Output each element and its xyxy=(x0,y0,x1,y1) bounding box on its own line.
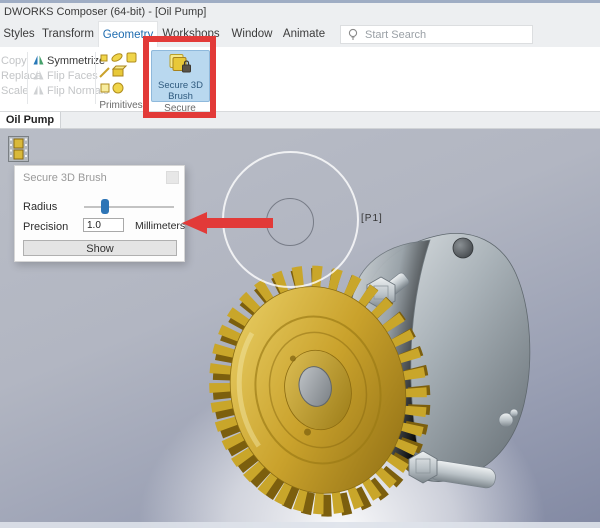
window-title: DWORKS Composer (64-bit) - [Oil Pump] xyxy=(4,6,206,18)
dialog-title: Secure 3D Brush xyxy=(23,172,107,184)
lightbulb-search-icon xyxy=(347,28,359,41)
copy-button: Copy xyxy=(1,54,27,68)
housing-knob xyxy=(453,238,473,258)
box-primitive-icon xyxy=(113,66,126,76)
point-primitive-icon xyxy=(101,55,107,61)
app-window: DWORKS Composer (64-bit) - [Oil Pump] St… xyxy=(0,0,600,528)
circle-primitive-icon xyxy=(113,83,123,93)
flip-normals-button: Flip Normals xyxy=(33,84,109,98)
point-label-p1: [P1] xyxy=(361,213,383,224)
ribbon-separator xyxy=(27,52,28,104)
dialog-close-button[interactable] xyxy=(166,171,179,184)
ellipse-primitive-icon xyxy=(111,52,124,62)
search-input[interactable] xyxy=(363,28,532,42)
flip-faces-icon xyxy=(33,70,44,80)
square-primitive-icon xyxy=(101,84,109,92)
document-tab-bar: Oil Pump xyxy=(0,112,600,129)
primitives-group-label: Primitives xyxy=(96,100,146,111)
secure-3d-brush-dialog: Secure 3D Brush Radius Precision Millime… xyxy=(14,165,185,262)
line-primitive-icon xyxy=(100,68,109,77)
tab-styles[interactable]: Styles xyxy=(0,21,38,47)
radius-slider-track[interactable] xyxy=(84,206,174,208)
symmetrize-icon xyxy=(33,55,44,65)
highlight-box-annotation xyxy=(143,36,216,118)
show-button[interactable]: Show xyxy=(23,240,177,256)
primitives-icon-grid[interactable] xyxy=(99,52,145,96)
keyframe-film-icon[interactable] xyxy=(8,136,29,162)
tab-transform[interactable]: Transform xyxy=(38,21,98,47)
viewport-bottom-strip xyxy=(0,522,600,528)
viewport-3d[interactable]: [P1] Secure 3D Brush Radius Precision Mi… xyxy=(0,129,600,528)
document-tab-oil-pump[interactable]: Oil Pump xyxy=(0,112,61,128)
tab-window[interactable]: Window xyxy=(226,21,278,47)
ribbon: Copy Replace Scale Symmetrize Flip Faces… xyxy=(0,47,600,112)
ribbon-separator xyxy=(95,52,96,104)
precision-label: Precision xyxy=(23,221,68,233)
ribbon-tab-bar: Styles Transform Geometry Workshops Wind… xyxy=(0,21,600,47)
flip-faces-button: Flip Faces xyxy=(33,69,98,83)
scale-button: Scale xyxy=(1,84,29,98)
precision-input[interactable] xyxy=(83,218,124,232)
title-bar: DWORKS Composer (64-bit) - [Oil Pump] xyxy=(0,3,600,21)
precision-units-label: Millimeters xyxy=(135,220,185,232)
rounded-square-primitive-icon xyxy=(127,53,136,62)
radius-label: Radius xyxy=(23,201,57,213)
flip-normals-icon xyxy=(33,85,44,95)
search-box[interactable] xyxy=(340,25,533,44)
radius-slider-thumb[interactable] xyxy=(101,199,109,214)
tab-animate[interactable]: Animate xyxy=(278,21,330,47)
brush-cursor-circle xyxy=(266,198,314,246)
